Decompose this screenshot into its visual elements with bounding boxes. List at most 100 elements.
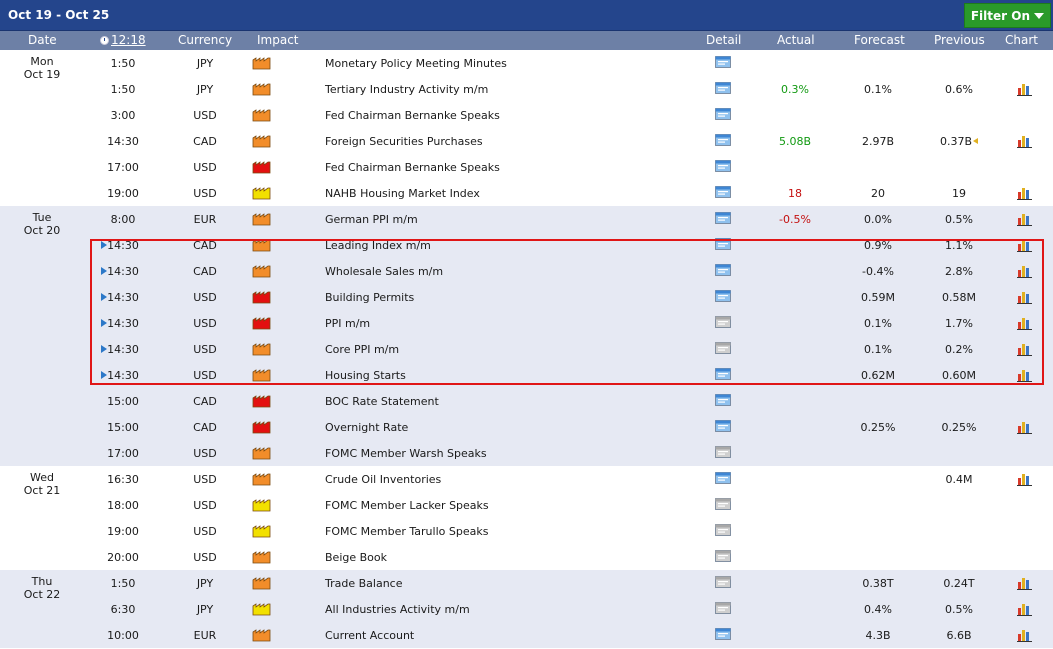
event-name[interactable]: Overnight Rate — [325, 421, 408, 434]
table-row[interactable]: 15:00 CAD Overnight Rate 0.25% 0.25% — [0, 414, 1053, 440]
event-name[interactable]: Tertiary Industry Activity m/m — [325, 83, 488, 96]
detail-icon[interactable] — [715, 56, 731, 68]
table-row[interactable]: 14:30 USD Building Permits 0.59M 0.58M — [0, 284, 1053, 310]
table-row[interactable]: 8:00 EUR German PPI m/m -0.5% 0.0% 0.5% — [0, 206, 1053, 232]
table-row[interactable]: 19:00 USD FOMC Member Tarullo Speaks — [0, 518, 1053, 544]
table-row[interactable]: 15:00 CAD BOC Rate Statement — [0, 388, 1053, 414]
detail-icon[interactable] — [715, 160, 731, 172]
table-row[interactable]: 6:30 JPY All Industries Activity m/m 0.4% 0.… — [0, 596, 1053, 622]
table-row[interactable]: 19:00 USD NAHB Housing Market Index 18 20 19 — [0, 180, 1053, 206]
previous-value: 0.6% — [945, 83, 973, 96]
event-name[interactable]: Fed Chairman Bernanke Speaks — [325, 161, 500, 174]
event-time: 14:30 — [107, 343, 139, 356]
chart-icon[interactable] — [1017, 290, 1033, 304]
detail-icon[interactable] — [715, 290, 731, 302]
detail-icon[interactable] — [715, 628, 731, 640]
event-name[interactable]: Fed Chairman Bernanke Speaks — [325, 109, 500, 122]
event-name[interactable]: BOC Rate Statement — [325, 395, 439, 408]
chart-icon[interactable] — [1017, 212, 1033, 226]
detail-icon[interactable] — [715, 446, 731, 458]
detail-icon[interactable] — [715, 316, 731, 328]
detail-icon[interactable] — [715, 550, 731, 562]
previous-value: 1.7% — [945, 317, 973, 330]
chart-icon[interactable] — [1017, 186, 1033, 200]
detail-icon[interactable] — [715, 108, 731, 120]
event-name[interactable]: FOMC Member Tarullo Speaks — [325, 525, 488, 538]
table-row[interactable]: 18:00 USD FOMC Member Lacker Speaks — [0, 492, 1053, 518]
detail-icon[interactable] — [715, 498, 731, 510]
chart-icon[interactable] — [1017, 264, 1033, 278]
detail-icon[interactable] — [715, 602, 731, 614]
event-name[interactable]: Leading Index m/m — [325, 239, 431, 252]
event-name[interactable]: Core PPI m/m — [325, 343, 399, 356]
detail-icon[interactable] — [715, 264, 731, 276]
event-name[interactable]: FOMC Member Lacker Speaks — [325, 499, 489, 512]
event-name[interactable]: Wholesale Sales m/m — [325, 265, 443, 278]
detail-icon[interactable] — [715, 420, 731, 432]
detail-icon[interactable] — [715, 394, 731, 406]
event-name[interactable]: German PPI m/m — [325, 213, 418, 226]
table-row[interactable]: 20:00 USD Beige Book — [0, 544, 1053, 570]
table-row[interactable]: 14:30 USD PPI m/m 0.1% 1.7% — [0, 310, 1053, 336]
chart-icon[interactable] — [1017, 134, 1033, 148]
event-name[interactable]: Monetary Policy Meeting Minutes — [325, 57, 507, 70]
event-time: 14:30 — [107, 265, 139, 278]
table-row[interactable]: 14:30 USD Core PPI m/m 0.1% 0.2% — [0, 336, 1053, 362]
event-name[interactable]: Beige Book — [325, 551, 387, 564]
chart-icon[interactable] — [1017, 576, 1033, 590]
chart-icon[interactable] — [1017, 342, 1033, 356]
table-row[interactable]: 17:00 USD FOMC Member Warsh Speaks — [0, 440, 1053, 466]
detail-icon[interactable] — [715, 576, 731, 588]
col-time[interactable]: 12:18 — [100, 33, 146, 47]
table-row[interactable]: 14:30 CAD Leading Index m/m 0.9% 1.1% — [0, 232, 1053, 258]
chart-icon[interactable] — [1017, 602, 1033, 616]
detail-icon[interactable] — [715, 524, 731, 536]
table-row[interactable]: 16:30 USD Crude Oil Inventories 0.4M — [0, 466, 1053, 492]
detail-icon[interactable] — [715, 134, 731, 146]
detail-icon[interactable] — [715, 238, 731, 250]
detail-icon[interactable] — [715, 186, 731, 198]
table-row[interactable]: 3:00 USD Fed Chairman Bernanke Speaks — [0, 102, 1053, 128]
chart-icon[interactable] — [1017, 316, 1033, 330]
chart-icon[interactable] — [1017, 628, 1033, 642]
table-row[interactable]: 1:50 JPY Monetary Policy Meeting Minutes — [0, 50, 1053, 76]
detail-icon[interactable] — [715, 82, 731, 94]
event-forecast: 0.0% — [864, 213, 892, 226]
table-row[interactable]: 14:30 CAD Foreign Securities Purchases 5.08… — [0, 128, 1053, 154]
calendar-topbar: Oct 19 - Oct 25 Filter On — [0, 0, 1053, 31]
impact-icon — [252, 56, 271, 70]
chart-icon[interactable] — [1017, 368, 1033, 382]
event-name[interactable]: Crude Oil Inventories — [325, 473, 441, 486]
detail-icon[interactable] — [715, 368, 731, 380]
event-name[interactable]: Housing Starts — [325, 369, 406, 382]
table-row[interactable]: 1:50 JPY Tertiary Industry Activity m/m 0.3… — [0, 76, 1053, 102]
event-currency: JPY — [196, 83, 214, 96]
event-name[interactable]: Trade Balance — [325, 577, 402, 590]
table-row[interactable]: 17:00 USD Fed Chairman Bernanke Speaks — [0, 154, 1053, 180]
impact-icon — [252, 316, 271, 330]
chart-icon[interactable] — [1017, 238, 1033, 252]
table-row[interactable]: 14:30 USD Housing Starts 0.62M 0.60M — [0, 362, 1053, 388]
event-name[interactable]: PPI m/m — [325, 317, 370, 330]
event-name[interactable]: NAHB Housing Market Index — [325, 187, 480, 200]
event-name[interactable]: Current Account — [325, 629, 414, 642]
event-name[interactable]: FOMC Member Warsh Speaks — [325, 447, 487, 460]
detail-icon[interactable] — [715, 342, 731, 354]
event-actual: 0.3% — [781, 83, 809, 96]
event-currency: CAD — [193, 395, 217, 408]
table-row[interactable]: 10:00 EUR Current Account 4.3B 6.6B — [0, 622, 1053, 648]
chart-icon[interactable] — [1017, 472, 1033, 486]
event-currency: USD — [193, 551, 217, 564]
detail-icon[interactable] — [715, 472, 731, 484]
detail-icon[interactable] — [715, 212, 731, 224]
event-previous: 0.24T — [933, 577, 985, 590]
table-row[interactable]: 14:30 CAD Wholesale Sales m/m -0.4% 2.8% — [0, 258, 1053, 284]
event-previous: 0.5% — [933, 603, 985, 616]
chart-icon[interactable] — [1017, 82, 1033, 96]
filter-button[interactable]: Filter On — [963, 3, 1051, 28]
chart-icon[interactable] — [1017, 420, 1033, 434]
event-name[interactable]: Foreign Securities Purchases — [325, 135, 483, 148]
event-name[interactable]: Building Permits — [325, 291, 414, 304]
table-row[interactable]: 1:50 JPY Trade Balance 0.38T 0.24T — [0, 570, 1053, 596]
event-name[interactable]: All Industries Activity m/m — [325, 603, 470, 616]
